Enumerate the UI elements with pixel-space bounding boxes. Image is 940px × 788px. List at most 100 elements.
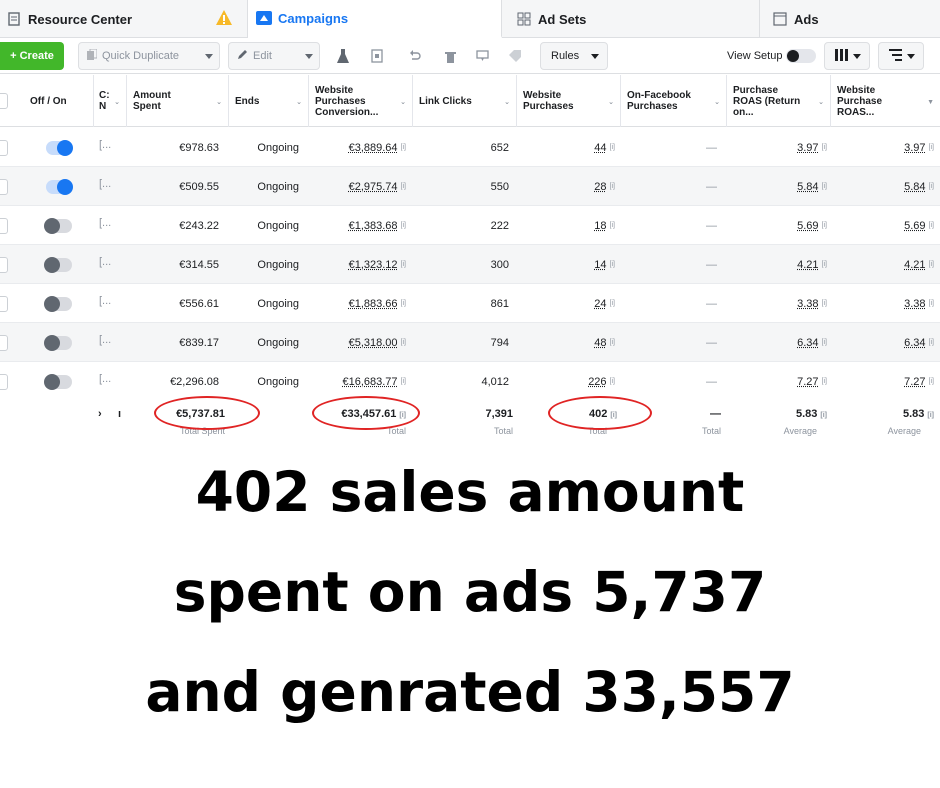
cell-website-purchase-roas[interactable]: 3.38 [i] <box>831 284 934 323</box>
cell-purchase-roas[interactable]: 5.69 [i] <box>727 206 827 245</box>
purchase-roas-value: 3.38 <box>797 297 819 310</box>
tag-icon[interactable] <box>502 42 528 70</box>
header-website-purchase-roas[interactable]: Website Purchase ROAS... ▼ <box>831 75 940 127</box>
fb-purchases-value: — <box>706 336 717 349</box>
row-checkbox[interactable] <box>0 257 8 273</box>
row-checkbox[interactable] <box>0 179 8 195</box>
purchase-roas-value: 5.84 <box>797 180 819 193</box>
edit-button[interactable]: Edit <box>228 42 320 70</box>
warning-icon[interactable] <box>215 9 233 27</box>
cell-website-purchases[interactable]: 24 [i] <box>517 284 615 323</box>
campaign-name[interactable]: [... <box>99 295 111 307</box>
row-checkbox[interactable] <box>0 374 8 390</box>
row-checkbox[interactable] <box>0 218 8 234</box>
campaign-toggle[interactable] <box>44 296 72 312</box>
preview-icon[interactable] <box>469 42 495 70</box>
header-ends[interactable]: Ends ⌄ <box>229 75 309 127</box>
table-row[interactable]: [... €978.63 Ongoing €3,889.64 [i] 652 44 [i] —3… <box>0 128 940 167</box>
flask-icon[interactable] <box>330 42 356 70</box>
header-amount-spent[interactable]: Amount Spent ⌄ <box>127 75 229 127</box>
cell-purchase-roas[interactable]: 4.21 [i] <box>727 245 827 284</box>
cell-link-clicks: 861 <box>413 284 509 323</box>
cell-purchase-roas[interactable]: 3.97 [i] <box>727 128 827 167</box>
campaign-toggle[interactable] <box>44 374 72 390</box>
cell-website-purchases[interactable]: 28 [i] <box>517 167 615 206</box>
header-name[interactable]: C: N ⌄ <box>94 75 127 127</box>
tab-resource-center[interactable]: Resource Center <box>0 0 248 38</box>
cell-amount-spent: €243.22 <box>127 206 219 245</box>
total-link-clicks-label: Total <box>493 426 513 436</box>
rules-dropdown[interactable]: Rules <box>540 42 608 70</box>
cell-purchase-roas[interactable]: 7.27 [i] <box>727 362 827 401</box>
campaign-toggle[interactable] <box>44 218 72 234</box>
cell-conversion-value[interactable]: €16,683.77 [i] <box>309 362 406 401</box>
cell-conversion-value[interactable]: €1,383.68 [i] <box>309 206 406 245</box>
row-checkbox[interactable] <box>0 335 8 351</box>
toggle-knob <box>44 374 60 390</box>
tab-ad-sets[interactable]: Ad Sets <box>502 0 760 38</box>
cell-website-purchase-roas[interactable]: 3.97 [i] <box>831 128 934 167</box>
cell-website-purchases[interactable]: 14 [i] <box>517 245 615 284</box>
header-purchase-roas[interactable]: Purchase ROAS (Return on... ⌄ <box>727 75 831 127</box>
cell-conversion-value[interactable]: €3,889.64 [i] <box>309 128 406 167</box>
trash-icon[interactable] <box>437 42 463 70</box>
campaign-name[interactable]: [... <box>99 139 111 151</box>
cell-website-purchases[interactable]: 48 [i] <box>517 323 615 362</box>
undo-icon[interactable] <box>402 42 428 70</box>
cell-link-clicks: 652 <box>413 128 509 167</box>
cell-purchase-roas[interactable]: 5.84 [i] <box>727 167 827 206</box>
cell-purchase-roas[interactable]: 6.34 [i] <box>727 323 827 362</box>
header-off-on-label: Off / On <box>30 95 67 107</box>
chevron-down-icon <box>205 54 213 59</box>
cell-website-purchase-roas[interactable]: 5.69 [i] <box>831 206 934 245</box>
table-row[interactable]: [... €2,296.08 Ongoing €16,683.77 [i] 4,012 22… <box>0 362 940 401</box>
cell-website-purchase-roas[interactable]: 4.21 [i] <box>831 245 934 284</box>
cell-conversion-value[interactable]: €1,323.12 [i] <box>309 245 406 284</box>
cell-conversion-value[interactable]: €2,975.74 [i] <box>309 167 406 206</box>
campaign-toggle[interactable] <box>46 140 73 156</box>
table-row[interactable]: [... €243.22 Ongoing €1,383.68 [i] 222 18 [i] —5… <box>0 206 940 245</box>
table-row[interactable]: [... €509.55 Ongoing €2,975.74 [i] 550 28 [i] —5… <box>0 167 940 206</box>
campaign-name[interactable]: [... <box>99 217 111 229</box>
pencil-icon <box>237 49 248 63</box>
campaign-name[interactable]: [... <box>99 334 111 346</box>
header-website-purchases[interactable]: Website Purchases ⌄ <box>517 75 621 127</box>
view-setup-toggle[interactable] <box>786 49 816 63</box>
row-checkbox[interactable] <box>0 140 8 156</box>
cell-website-purchases[interactable]: 18 [i] <box>517 206 615 245</box>
expand-icon[interactable]: › <box>98 408 102 420</box>
campaign-name[interactable]: [... <box>99 373 111 385</box>
campaign-toggle[interactable] <box>46 179 73 195</box>
cell-conversion-value[interactable]: €5,318.00 [i] <box>309 323 406 362</box>
cell-website-purchases[interactable]: 44 [i] <box>517 128 615 167</box>
report-icon[interactable] <box>364 42 390 70</box>
header-website-purchases-conversion[interactable]: Website Purchases Conversion... ⌄ <box>309 75 413 127</box>
select-all-checkbox[interactable] <box>0 93 8 109</box>
header-off-on[interactable]: Off / On <box>24 75 94 127</box>
cell-website-purchase-roas[interactable]: 5.84 [i] <box>831 167 934 206</box>
campaign-name[interactable]: [... <box>99 178 111 190</box>
header-name-label: C: N <box>99 90 110 112</box>
row-checkbox[interactable] <box>0 296 8 312</box>
campaign-name[interactable]: [... <box>99 256 111 268</box>
table-row[interactable]: [... €839.17 Ongoing €5,318.00 [i] 794 48 [i] —6… <box>0 323 940 362</box>
cell-conversion-value[interactable]: €1,883.66 [i] <box>309 284 406 323</box>
tab-campaigns[interactable]: Campaigns <box>248 0 502 38</box>
tab-ads[interactable]: Ads <box>760 0 940 38</box>
cell-website-purchase-roas[interactable]: 6.34 [i] <box>831 323 934 362</box>
table-row[interactable]: [... €314.55 Ongoing €1,323.12 [i] 300 14 [i] —4… <box>0 245 940 284</box>
quick-duplicate-button[interactable]: Quick Duplicate <box>78 42 220 70</box>
info-icon: [i] <box>609 222 615 229</box>
cell-website-purchase-roas[interactable]: 7.27 [i] <box>831 362 934 401</box>
info-icon: [i] <box>821 300 827 307</box>
create-button[interactable]: + Create <box>0 42 64 70</box>
breakdown-dropdown[interactable] <box>878 42 924 70</box>
columns-dropdown[interactable] <box>824 42 870 70</box>
campaign-toggle[interactable] <box>44 335 72 351</box>
header-on-facebook-purchases[interactable]: On-Facebook Purchases ⌄ <box>621 75 727 127</box>
header-link-clicks[interactable]: Link Clicks ⌄ <box>413 75 517 127</box>
table-row[interactable]: [... €556.61 Ongoing €1,883.66 [i] 861 24 [i] —3… <box>0 284 940 323</box>
campaign-toggle[interactable] <box>44 257 72 273</box>
cell-ends: Ongoing <box>229 362 299 401</box>
cell-purchase-roas[interactable]: 3.38 [i] <box>727 284 827 323</box>
